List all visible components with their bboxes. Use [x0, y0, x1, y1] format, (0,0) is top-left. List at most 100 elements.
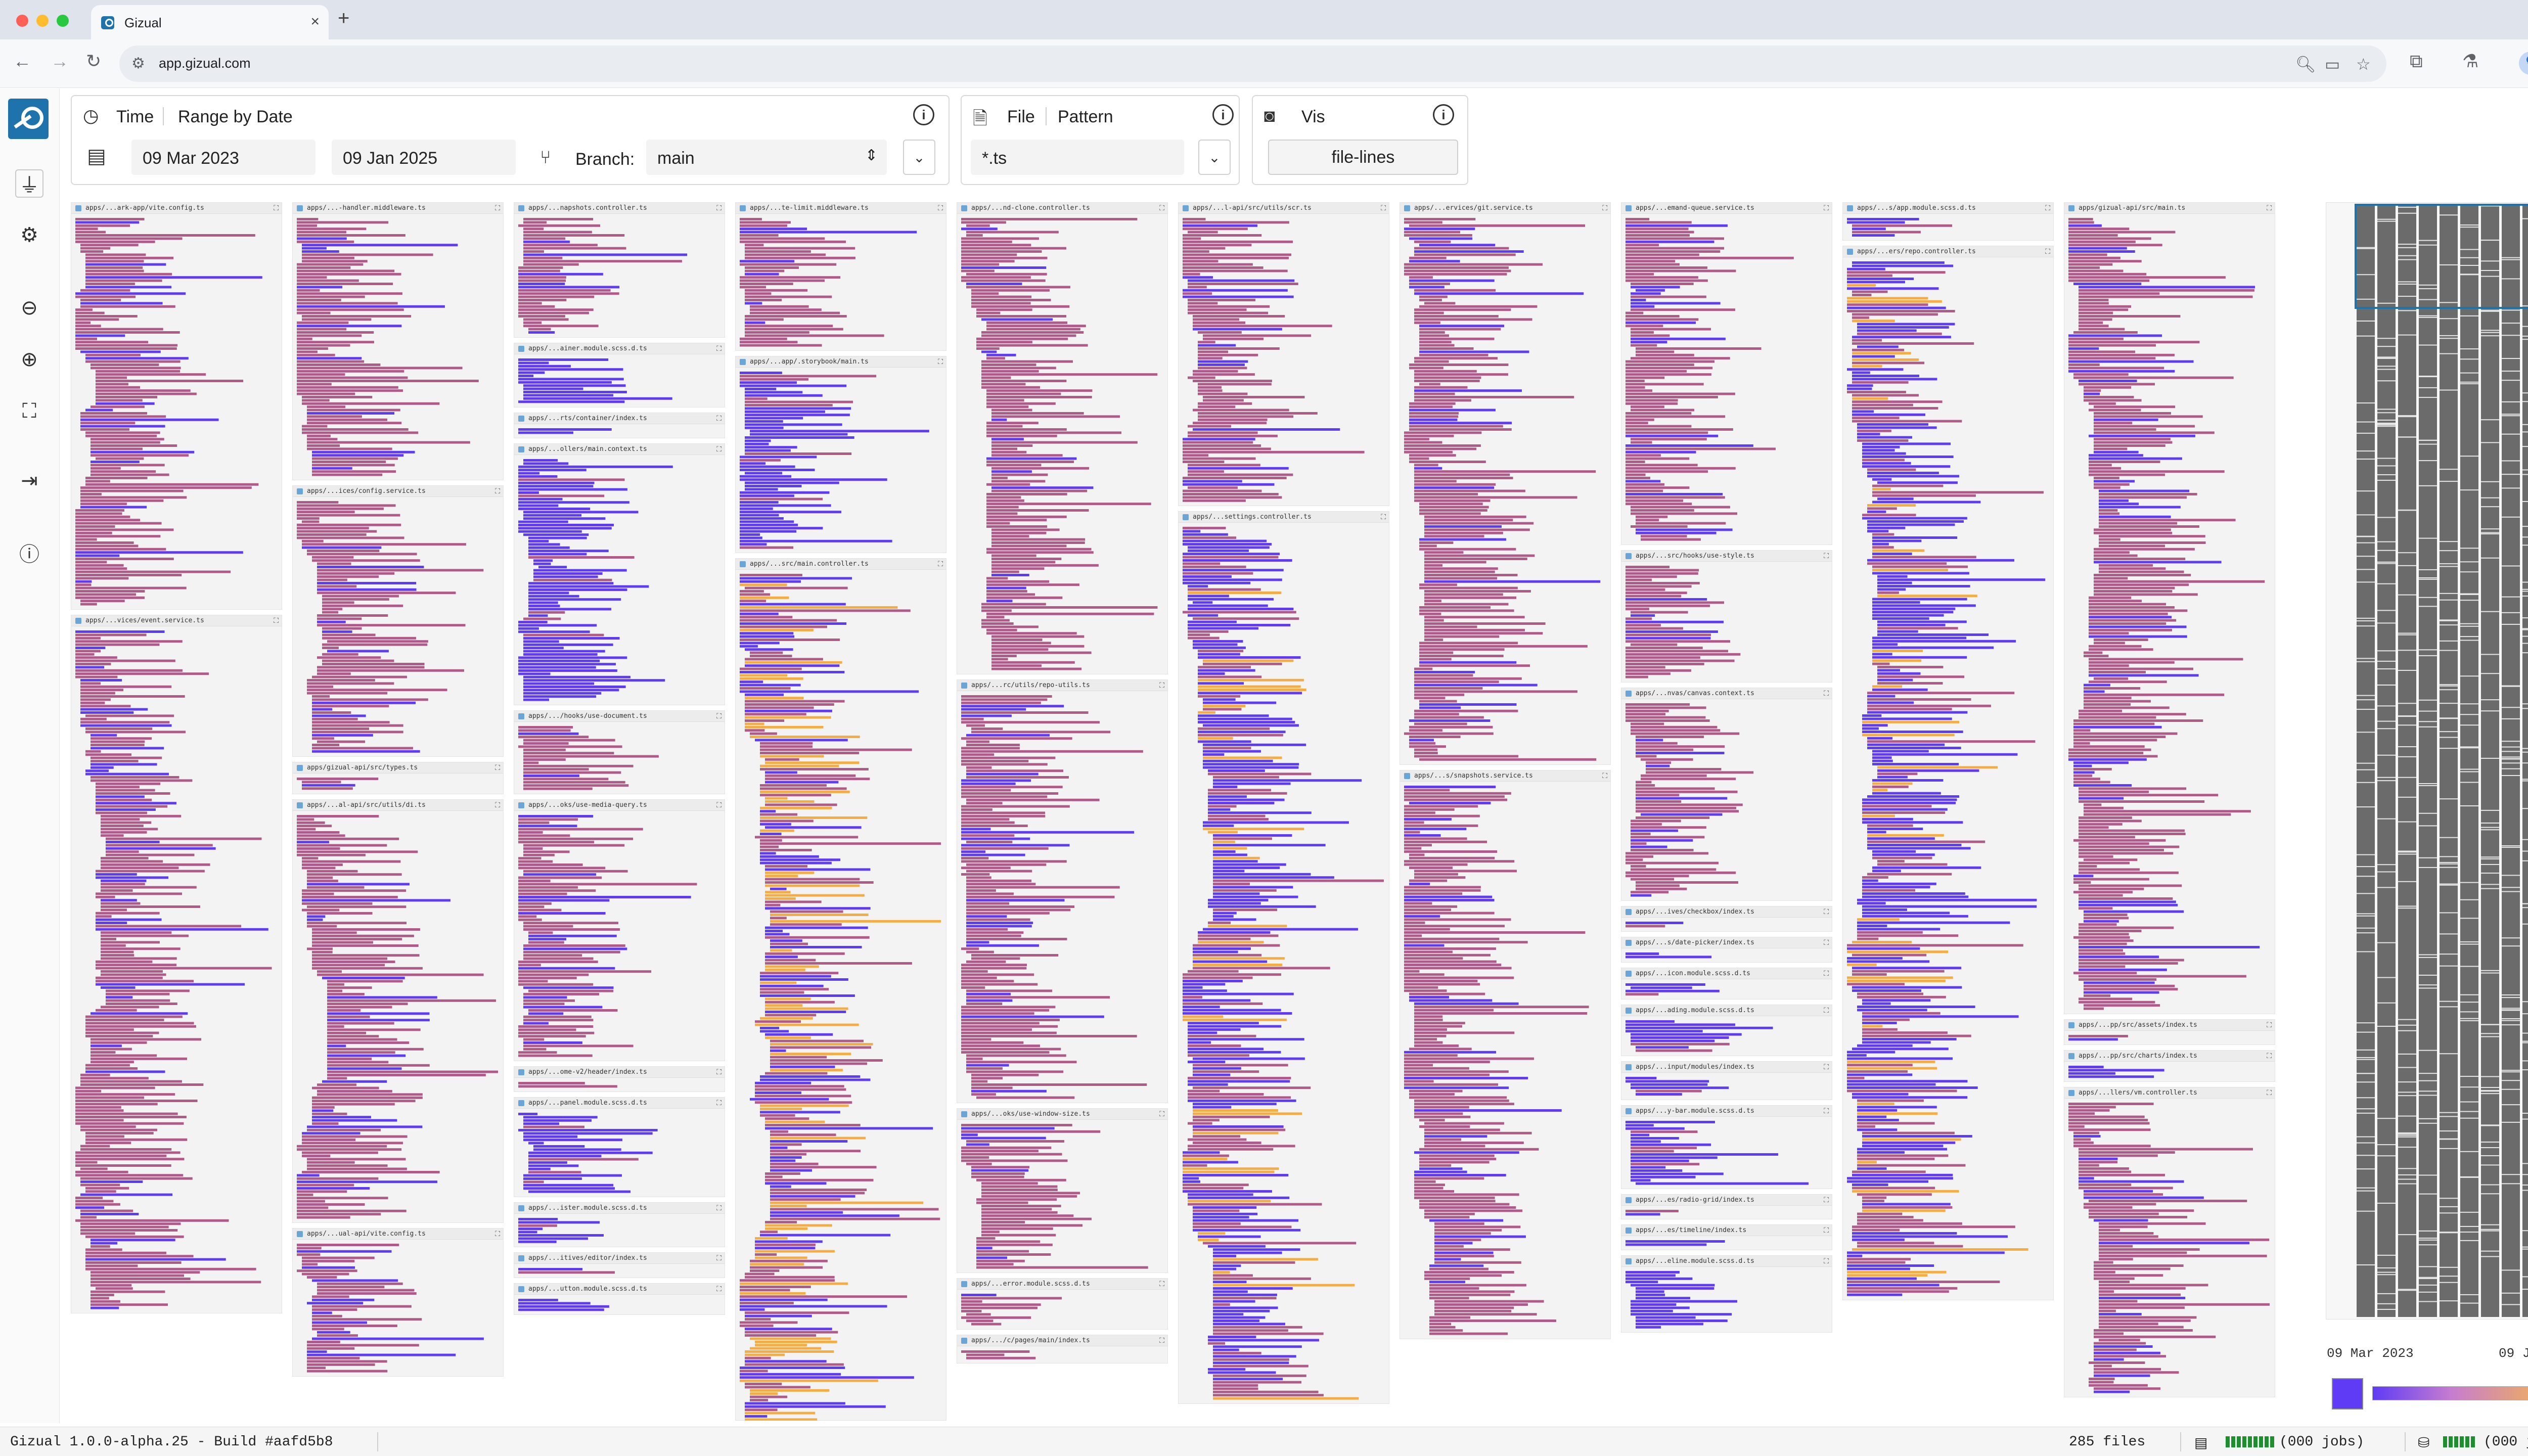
- file-card-header[interactable]: apps/...panel.module.scss.d.ts ⛶: [514, 1097, 725, 1109]
- file-card[interactable]: apps/...ark-app/vite.config.ts ⛶: [71, 202, 282, 610]
- vis-info-icon[interactable]: i: [1433, 104, 1454, 125]
- file-card[interactable]: apps/...vices/event.service.ts ⛶: [71, 615, 282, 1313]
- file-card-header[interactable]: apps/...app/.storybook/main.ts ⛶: [736, 356, 946, 368]
- zoom-icon[interactable]: 🔍︎: [2295, 55, 2316, 74]
- site-info-icon[interactable]: ⚙: [131, 55, 145, 72]
- file-card[interactable]: apps/...nvas/canvas.context.ts ⛶: [1621, 688, 1832, 901]
- file-card[interactable]: apps/...app/.storybook/main.ts ⛶: [735, 356, 946, 553]
- expand-file-icon[interactable]: ⛶: [274, 616, 279, 625]
- file-card-header[interactable]: apps/...es/radio-grid/index.ts ⛶: [1621, 1194, 1832, 1206]
- file-card[interactable]: apps/...-handler.middleware.ts ⛶: [292, 202, 504, 480]
- expand-file-icon[interactable]: ⛶: [716, 1285, 721, 1293]
- end-date-input[interactable]: 09 Jan 2025: [332, 140, 516, 175]
- file-card-header[interactable]: apps/...nd-clone.controller.ts ⛶: [957, 203, 1167, 214]
- time-info-icon[interactable]: i: [913, 104, 934, 125]
- expand-file-icon[interactable]: ⛶: [1159, 204, 1164, 212]
- file-card[interactable]: apps/...ices/config.service.ts ⛶: [292, 485, 504, 757]
- file-info-icon[interactable]: i: [1212, 104, 1234, 125]
- expand-file-icon[interactable]: ⛶: [274, 204, 279, 212]
- file-card[interactable]: apps/...eline.module.scss.d.ts ⛶: [1621, 1255, 1832, 1333]
- file-card[interactable]: apps/gizual-api/src/types.ts ⛶: [292, 762, 504, 794]
- ruler-icon[interactable]: ▤: [87, 145, 106, 168]
- expand-file-icon[interactable]: ⛶: [716, 1254, 721, 1262]
- file-card[interactable]: apps/...ading.module.scss.d.ts ⛶: [1621, 1005, 1832, 1057]
- file-card-header[interactable]: apps/...error.module.scss.d.ts ⛶: [957, 1279, 1167, 1290]
- expand-file-icon[interactable]: ⛶: [1381, 513, 1386, 521]
- file-card-header[interactable]: apps/...napshots.controller.ts ⛶: [514, 203, 725, 214]
- canvas-minimap[interactable]: [2326, 202, 2528, 1320]
- zoom-out-icon[interactable]: ⊖: [15, 294, 43, 322]
- file-card[interactable]: apps/...ainer.module.scss.d.ts ⛶: [514, 343, 725, 407]
- file-card[interactable]: apps/...s/date-picker/index.ts ⛶: [1621, 936, 1832, 963]
- pattern-dropdown-chevron-icon[interactable]: ⌄: [1198, 140, 1231, 175]
- file-card[interactable]: apps/...panel.module.scss.d.ts ⛶: [514, 1097, 725, 1197]
- file-card[interactable]: apps/...icon.module.scss.d.ts ⛶: [1621, 967, 1832, 1000]
- labs-flask-icon[interactable]: ⚗: [2462, 51, 2478, 72]
- file-card-header[interactable]: apps/...-handler.middleware.ts ⛶: [293, 203, 503, 214]
- expand-file-icon[interactable]: ⛶: [938, 204, 943, 212]
- file-card[interactable]: apps/...utton.module.scss.d.ts ⛶: [514, 1283, 725, 1315]
- profile-avatar[interactable]: [2519, 52, 2528, 75]
- legend-start-color-swatch[interactable]: [2332, 1378, 2363, 1409]
- file-card-header[interactable]: apps/gizual-api/src/main.ts ⛶: [2064, 203, 2275, 214]
- file-card-header[interactable]: apps/...ark-app/vite.config.ts ⛶: [71, 203, 282, 214]
- file-card-header[interactable]: apps/.../c/pages/main/index.ts ⛶: [957, 1335, 1167, 1346]
- expand-file-icon[interactable]: ⛶: [2267, 1088, 2272, 1097]
- file-card[interactable]: apps/...es/radio-grid/index.ts ⛶: [1621, 1194, 1832, 1220]
- file-card-header[interactable]: apps/...pp/src/charts/index.ts ⛶: [2064, 1050, 2275, 1062]
- file-card-header[interactable]: apps/...rts/container/index.ts ⛶: [514, 413, 725, 424]
- expand-file-icon[interactable]: ⛶: [716, 1068, 721, 1076]
- file-card[interactable]: apps/.../hooks/use-document.ts ⛶: [514, 710, 725, 794]
- gizual-logo[interactable]: [8, 99, 49, 139]
- expand-file-icon[interactable]: ⛶: [1824, 204, 1829, 212]
- file-card-header[interactable]: apps/...ollers/main.context.ts ⛶: [514, 443, 725, 455]
- expand-file-icon[interactable]: ⛶: [1824, 1063, 1829, 1071]
- file-card-header[interactable]: apps/...ives/checkbox/index.ts ⛶: [1621, 906, 1832, 918]
- file-card-header[interactable]: apps/...ices/config.service.ts ⛶: [293, 486, 503, 497]
- branch-dropdown-chevron-icon[interactable]: ⌄: [903, 140, 935, 175]
- expand-file-icon[interactable]: ⛶: [2045, 204, 2050, 212]
- expand-file-icon[interactable]: ⛶: [938, 560, 943, 568]
- address-url[interactable]: app.gizual.com: [159, 56, 251, 71]
- file-card-header[interactable]: apps/...ome-v2/header/index.ts ⛶: [514, 1066, 725, 1078]
- file-card[interactable]: apps/...ervices/git.service.ts ⛶: [1400, 202, 1611, 765]
- file-card[interactable]: apps/.../c/pages/main/index.ts ⛶: [957, 1335, 1168, 1364]
- expand-file-icon[interactable]: ⛶: [495, 763, 500, 772]
- file-card-header[interactable]: apps/...es/timeline/index.ts ⛶: [1621, 1225, 1832, 1237]
- file-card-header[interactable]: apps/...y-bar.module.scss.d.ts ⛶: [1621, 1105, 1832, 1117]
- file-card-header[interactable]: apps/...oks/use-media-query.ts ⛶: [514, 799, 725, 811]
- expand-file-icon[interactable]: ⛶: [716, 801, 721, 809]
- file-card-header[interactable]: apps/...s/snapshots.service.ts ⛶: [1400, 770, 1610, 782]
- expand-file-icon[interactable]: ⛶: [716, 445, 721, 453]
- expand-file-icon[interactable]: ⛶: [1159, 1280, 1164, 1288]
- expand-file-icon[interactable]: ⛶: [1824, 938, 1829, 947]
- file-card-header[interactable]: apps/...emand-queue.service.ts ⛶: [1621, 203, 1832, 214]
- file-card-header[interactable]: apps/...te-limit.middleware.ts ⛶: [736, 203, 946, 214]
- expand-file-icon[interactable]: ⛶: [495, 1230, 500, 1238]
- expand-file-icon[interactable]: ⛶: [1824, 1257, 1829, 1265]
- file-card-header[interactable]: apps/...settings.controller.ts ⛶: [1179, 512, 1389, 523]
- file-mode-label[interactable]: Pattern: [1058, 107, 1113, 127]
- file-card-header[interactable]: apps/...oks/use-window-size.ts ⛶: [957, 1109, 1167, 1120]
- branch-select[interactable]: main ⇕: [646, 140, 887, 175]
- expand-file-icon[interactable]: ⛶: [1824, 689, 1829, 698]
- file-card-header[interactable]: apps/...ers/repo.controller.ts ⛶: [1843, 246, 2053, 258]
- page-icon[interactable]: ▭: [2325, 55, 2340, 74]
- expand-file-icon[interactable]: ⛶: [716, 712, 721, 720]
- file-card[interactable]: apps/...ister.module.scss.d.ts ⛶: [514, 1202, 725, 1247]
- file-card[interactable]: apps/...ers/repo.controller.ts ⛶: [1842, 246, 2054, 1301]
- file-card-header[interactable]: apps/...itives/editor/index.ts ⛶: [514, 1252, 725, 1264]
- settings-gear-icon[interactable]: ⚙: [15, 221, 43, 249]
- forward-arrow-icon[interactable]: →: [51, 51, 69, 72]
- file-card-header[interactable]: apps/...llers/vm.controller.ts ⛶: [2064, 1087, 2275, 1099]
- tab-close-icon[interactable]: ×: [310, 13, 320, 30]
- vis-mode-button[interactable]: file-lines: [1268, 140, 1458, 175]
- file-card-header[interactable]: apps/...ading.module.scss.d.ts ⛶: [1621, 1005, 1832, 1017]
- file-card-header[interactable]: apps/...src/main.controller.ts ⛶: [736, 559, 946, 570]
- file-card[interactable]: apps/...nd-clone.controller.ts ⛶: [957, 202, 1168, 674]
- expand-file-icon[interactable]: ⛶: [1824, 1196, 1829, 1204]
- info-icon[interactable]: ⓘ: [15, 538, 43, 567]
- file-card[interactable]: apps/...rc/utils/repo-utils.ts ⛶: [957, 679, 1168, 1103]
- file-card-header[interactable]: apps/...ainer.module.scss.d.ts ⛶: [514, 343, 725, 355]
- expand-file-icon[interactable]: ⛶: [1159, 681, 1164, 690]
